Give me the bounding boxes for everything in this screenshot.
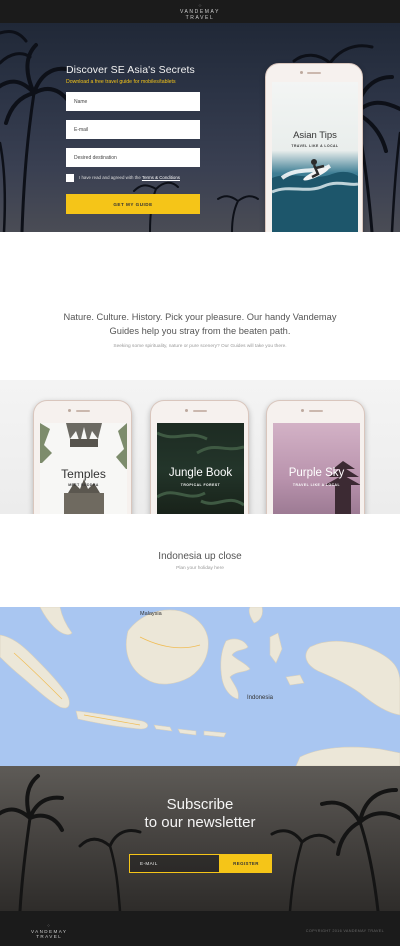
purple-sky-title: Purple Sky — [288, 467, 345, 479]
purple-sky-screen: Purple Sky TRAVEL LIKE A LOCAL — [273, 423, 360, 515]
destination-input[interactable]: Desired destination — [66, 148, 200, 167]
guides-headline-line2: Guides help you stray from the beaten pa… — [109, 326, 291, 336]
footer-brand-name-line2: TRAVEL — [36, 934, 63, 939]
newsletter-title-line1: Subscribe — [166, 796, 234, 813]
hero-title: Discover SE Asia's Secrets — [66, 64, 195, 76]
newsletter-email-placeholder: E-MAIL — [140, 861, 158, 866]
name-placeholder: Name — [74, 98, 88, 105]
indonesia-map[interactable]: Malaysia Indonesia — [0, 607, 400, 766]
terms-link[interactable]: Terms & Conditions — [142, 175, 180, 180]
temples-title: Temples — [61, 467, 106, 481]
hero-phone-title: Asian Tips — [293, 130, 337, 141]
guides-subline: Seeking some spirituality, nature or pur… — [113, 344, 287, 349]
terms-label: I have read and agreed with the Terms & … — [79, 175, 180, 180]
destination-placeholder: Desired destination — [74, 154, 117, 161]
email-input[interactable]: E-mail — [66, 120, 200, 139]
map-label-malaysia: Malaysia — [140, 611, 163, 617]
indonesia-subtitle: Plan your holiday here — [176, 566, 224, 571]
get-my-guide-button[interactable]: GET MY GUIDE — [66, 194, 200, 214]
email-placeholder: E-mail — [74, 126, 89, 133]
hero-phone-subtitle: TRAVEL LIKE A LOCAL — [291, 144, 339, 148]
temples-screen: Temples MEET BUDDHA — [40, 423, 127, 515]
phone-speaker — [75, 410, 90, 412]
footer-brand-logo[interactable]: ⁘ VANDEMAY TRAVEL — [31, 923, 67, 940]
jungle-book-title: Jungle Book — [168, 467, 233, 479]
phone-camera — [185, 409, 188, 412]
phone-speaker — [192, 410, 207, 412]
terms-checkbox[interactable] — [66, 174, 74, 182]
guides-headline-line1: Nature. Culture. History. Pick your plea… — [63, 312, 337, 322]
footer-copyright: COPYRIGHT 2016 VANDEMAY TRAVEL — [305, 929, 384, 933]
phone-speaker — [307, 72, 321, 74]
brand-name-line2: TRAVEL — [185, 15, 215, 21]
phone-camera — [300, 71, 303, 74]
phone-camera — [301, 409, 304, 412]
jungle-book-subtitle: TROPICAL FOREST — [180, 483, 221, 487]
hero-phone-mockup: Asian Tips TRAVEL LIKE A LOCAL — [265, 63, 363, 232]
jungle-book-screen: Jungle Book TROPICAL FOREST — [157, 423, 244, 515]
purple-sky-subtitle: TRAVEL LIKE A LOCAL — [292, 483, 341, 487]
hero-subtitle: Download a free travel guide for mobiles… — [66, 79, 176, 85]
phone-speaker — [308, 410, 323, 412]
brand-logo[interactable]: ⁘ VANDEMAY TRAVEL — [180, 3, 220, 21]
phone-camera — [68, 409, 71, 412]
surfer-image — [272, 159, 358, 232]
newsletter-section: Subscribe to our newsletter — [0, 766, 400, 911]
indonesia-title: Indonesia up close — [158, 551, 242, 562]
map-label-indonesia: Indonesia — [247, 695, 274, 701]
palm-trees-background — [0, 774, 400, 911]
newsletter-title-line2: to our newsletter — [144, 814, 256, 831]
register-button[interactable]: REGISTER — [220, 854, 272, 873]
hero-section: Discover SE Asia's Secrets Download a fr… — [0, 23, 400, 232]
map-landmasses: Malaysia Indonesia — [0, 607, 400, 766]
top-bar: ⁘ VANDEMAY TRAVEL — [0, 0, 400, 23]
name-input[interactable]: Name — [66, 92, 200, 111]
terms-text: I have read and agreed with the — [79, 175, 142, 180]
hero-phone-screen: Asian Tips TRAVEL LIKE A LOCAL — [272, 82, 358, 232]
temples-subtitle: MEET BUDDHA — [68, 483, 99, 487]
newsletter-email-input[interactable]: E-MAIL — [129, 854, 220, 873]
footer: ⁘ VANDEMAY TRAVEL COPYRIGHT 2016 VANDEMA… — [0, 911, 400, 946]
